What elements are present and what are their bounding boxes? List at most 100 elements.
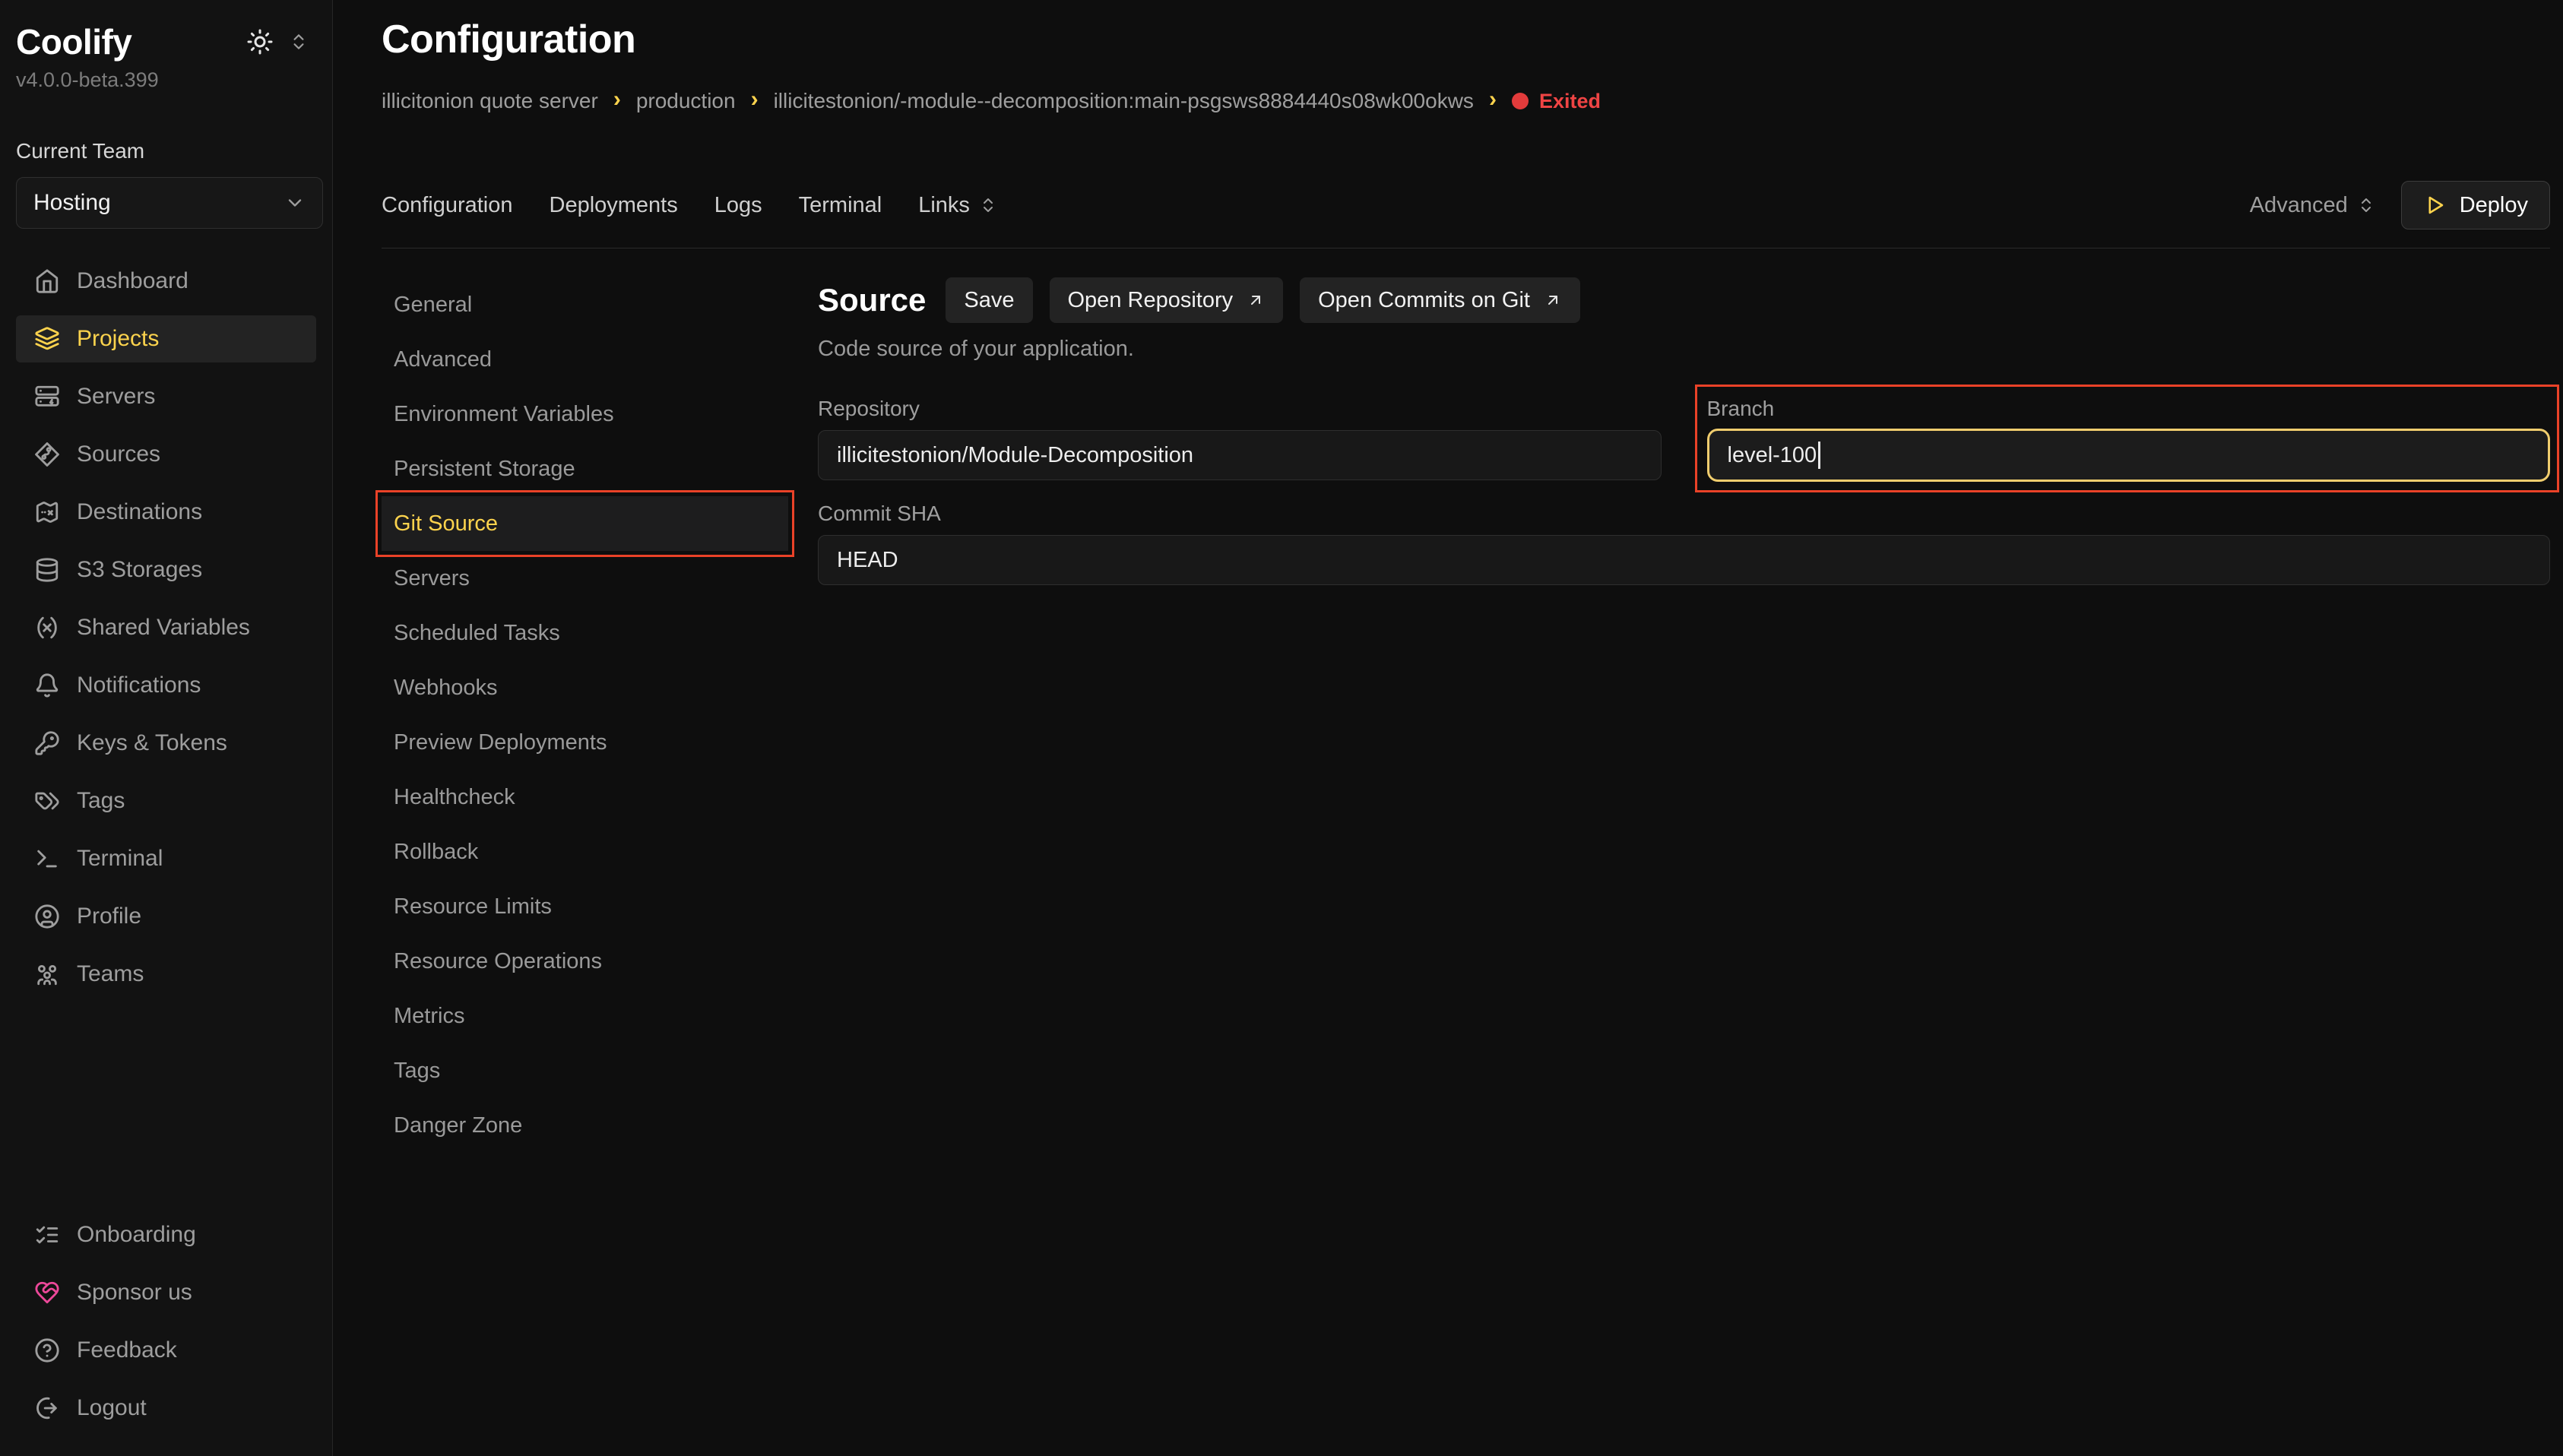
sidebar-item-onboarding[interactable]: Onboarding bbox=[16, 1211, 316, 1258]
status-badge: Exited bbox=[1512, 90, 1601, 113]
users-icon bbox=[34, 961, 60, 987]
subnav-item-git-source[interactable]: Git Source bbox=[382, 496, 788, 551]
subnav-item-general[interactable]: General bbox=[382, 277, 788, 332]
subnav-item-metrics[interactable]: Metrics bbox=[382, 989, 788, 1043]
subnav-item-rollback[interactable]: Rollback bbox=[382, 825, 788, 879]
tags-icon bbox=[34, 788, 60, 814]
open-repository-button[interactable]: Open Repository bbox=[1050, 277, 1284, 323]
sidebar-item-notifications[interactable]: Notifications bbox=[16, 662, 316, 709]
layers-icon bbox=[34, 326, 60, 352]
sidebar-item-sources[interactable]: Sources bbox=[16, 431, 316, 478]
config-subnav: General Advanced Environment Variables P… bbox=[382, 248, 788, 1153]
subnav-item-environment-variables[interactable]: Environment Variables bbox=[382, 387, 788, 442]
team-select[interactable]: Hosting bbox=[16, 177, 323, 229]
tab-logs[interactable]: Logs bbox=[714, 193, 762, 218]
sidebar-item-dashboard[interactable]: Dashboard bbox=[16, 258, 316, 305]
subnav-item-persistent-storage[interactable]: Persistent Storage bbox=[382, 442, 788, 496]
sidebar-item-sponsor-us[interactable]: Sponsor us bbox=[16, 1269, 316, 1316]
sidebar: Coolify v4.0.0-beta.399 Current Team Hos… bbox=[0, 0, 333, 1456]
team-select-value: Hosting bbox=[33, 190, 111, 216]
sidebar-footer-nav: Onboarding Sponsor us Feedback Logout bbox=[16, 1211, 316, 1442]
bell-icon bbox=[34, 673, 60, 698]
theme-mode-chevrons-icon[interactable] bbox=[289, 32, 309, 52]
logout-icon bbox=[34, 1395, 60, 1421]
branch-input[interactable]: level-100 bbox=[1707, 429, 2551, 482]
app-logo: Coolify bbox=[16, 21, 131, 62]
breadcrumb: illicitonion quote server › production ›… bbox=[382, 88, 2550, 114]
breadcrumb-separator: › bbox=[751, 87, 759, 112]
sidebar-item-profile[interactable]: Profile bbox=[16, 893, 316, 940]
user-circle-icon bbox=[34, 904, 60, 929]
repository-field: Repository illicitestonion/Module-Decomp… bbox=[818, 397, 1662, 482]
save-button[interactable]: Save bbox=[946, 277, 1032, 323]
sidebar-item-projects[interactable]: Projects bbox=[16, 315, 316, 362]
commit-sha-input[interactable]: HEAD bbox=[818, 535, 2550, 585]
commit-sha-label: Commit SHA bbox=[818, 502, 2550, 526]
home-icon bbox=[34, 268, 60, 294]
repository-input[interactable]: illicitestonion/Module-Decomposition bbox=[818, 430, 1662, 480]
tab-configuration[interactable]: Configuration bbox=[382, 193, 513, 218]
branch-field: Branch level-100 bbox=[1707, 397, 2551, 482]
tab-links[interactable]: Links bbox=[918, 193, 997, 218]
arrow-up-right-icon bbox=[1544, 291, 1562, 309]
commit-sha-field: Commit SHA HEAD bbox=[818, 502, 2550, 585]
map-icon bbox=[34, 499, 60, 525]
breadcrumb-application[interactable]: illicitestonion/-module--decomposition:m… bbox=[774, 89, 1474, 113]
sidebar-item-s3-storages[interactable]: S3 Storages bbox=[16, 546, 316, 593]
main-content: Configuration illicitonion quote server … bbox=[333, 0, 2563, 1456]
text-cursor bbox=[1818, 442, 1820, 469]
variable-icon bbox=[34, 615, 60, 641]
subnav-item-servers[interactable]: Servers bbox=[382, 551, 788, 606]
subnav-item-webhooks[interactable]: Webhooks bbox=[382, 660, 788, 715]
key-icon bbox=[34, 730, 60, 756]
chevrons-up-down-icon bbox=[2357, 196, 2375, 214]
sidebar-header: Coolify bbox=[16, 21, 316, 62]
chevron-down-icon bbox=[284, 192, 306, 214]
arrow-up-right-icon bbox=[1247, 291, 1265, 309]
sidebar-item-shared-variables[interactable]: Shared Variables bbox=[16, 604, 316, 651]
current-team-label: Current Team bbox=[16, 139, 316, 163]
breadcrumb-environment[interactable]: production bbox=[636, 89, 736, 113]
sidebar-item-teams[interactable]: Teams bbox=[16, 951, 316, 998]
theme-toggle-sun-icon[interactable] bbox=[246, 28, 274, 55]
subnav-item-healthcheck[interactable]: Healthcheck bbox=[382, 770, 788, 825]
breadcrumb-project[interactable]: illicitonion quote server bbox=[382, 89, 598, 113]
tab-deployments[interactable]: Deployments bbox=[550, 193, 678, 218]
terminal-icon bbox=[34, 846, 60, 872]
help-circle-icon bbox=[34, 1337, 60, 1363]
subnav-item-preview-deployments[interactable]: Preview Deployments bbox=[382, 715, 788, 770]
sidebar-item-tags[interactable]: Tags bbox=[16, 777, 316, 825]
status-text: Exited bbox=[1539, 90, 1601, 113]
breadcrumb-separator: › bbox=[613, 87, 621, 112]
play-icon bbox=[2423, 194, 2446, 217]
sidebar-item-terminal[interactable]: Terminal bbox=[16, 835, 316, 882]
sidebar-item-feedback[interactable]: Feedback bbox=[16, 1327, 316, 1374]
open-commits-button[interactable]: Open Commits on Git bbox=[1300, 277, 1580, 323]
page-title: Configuration bbox=[382, 17, 2550, 62]
sidebar-item-logout[interactable]: Logout bbox=[16, 1385, 316, 1432]
git-source-icon bbox=[34, 442, 60, 467]
status-dot-icon bbox=[1512, 93, 1529, 109]
subnav-item-resource-limits[interactable]: Resource Limits bbox=[382, 879, 788, 934]
subnav-item-resource-operations[interactable]: Resource Operations bbox=[382, 934, 788, 989]
source-description: Code source of your application. bbox=[818, 337, 2550, 362]
heart-handshake-icon bbox=[34, 1280, 60, 1306]
app-root: Coolify v4.0.0-beta.399 Current Team Hos… bbox=[0, 0, 2563, 1456]
sidebar-item-servers[interactable]: Servers bbox=[16, 373, 316, 420]
server-icon bbox=[34, 384, 60, 410]
breadcrumb-separator: › bbox=[1489, 87, 1497, 112]
sidebar-nav: Dashboard Projects Servers Sources Desti… bbox=[16, 258, 316, 1008]
subnav-item-danger-zone[interactable]: Danger Zone bbox=[382, 1098, 788, 1153]
sidebar-item-destinations[interactable]: Destinations bbox=[16, 489, 316, 536]
database-icon bbox=[34, 557, 60, 583]
git-source-panel: Source Save Open Repository Open Commits… bbox=[818, 248, 2550, 585]
advanced-dropdown[interactable]: Advanced bbox=[2250, 193, 2375, 218]
deploy-button[interactable]: Deploy bbox=[2401, 181, 2550, 229]
tab-bar: Configuration Deployments Logs Terminal … bbox=[382, 181, 2550, 229]
tab-terminal[interactable]: Terminal bbox=[799, 193, 882, 218]
sidebar-item-keys-tokens[interactable]: Keys & Tokens bbox=[16, 720, 316, 767]
subnav-item-tags[interactable]: Tags bbox=[382, 1043, 788, 1098]
repository-label: Repository bbox=[818, 397, 1662, 421]
subnav-item-advanced[interactable]: Advanced bbox=[382, 332, 788, 387]
subnav-item-scheduled-tasks[interactable]: Scheduled Tasks bbox=[382, 606, 788, 660]
